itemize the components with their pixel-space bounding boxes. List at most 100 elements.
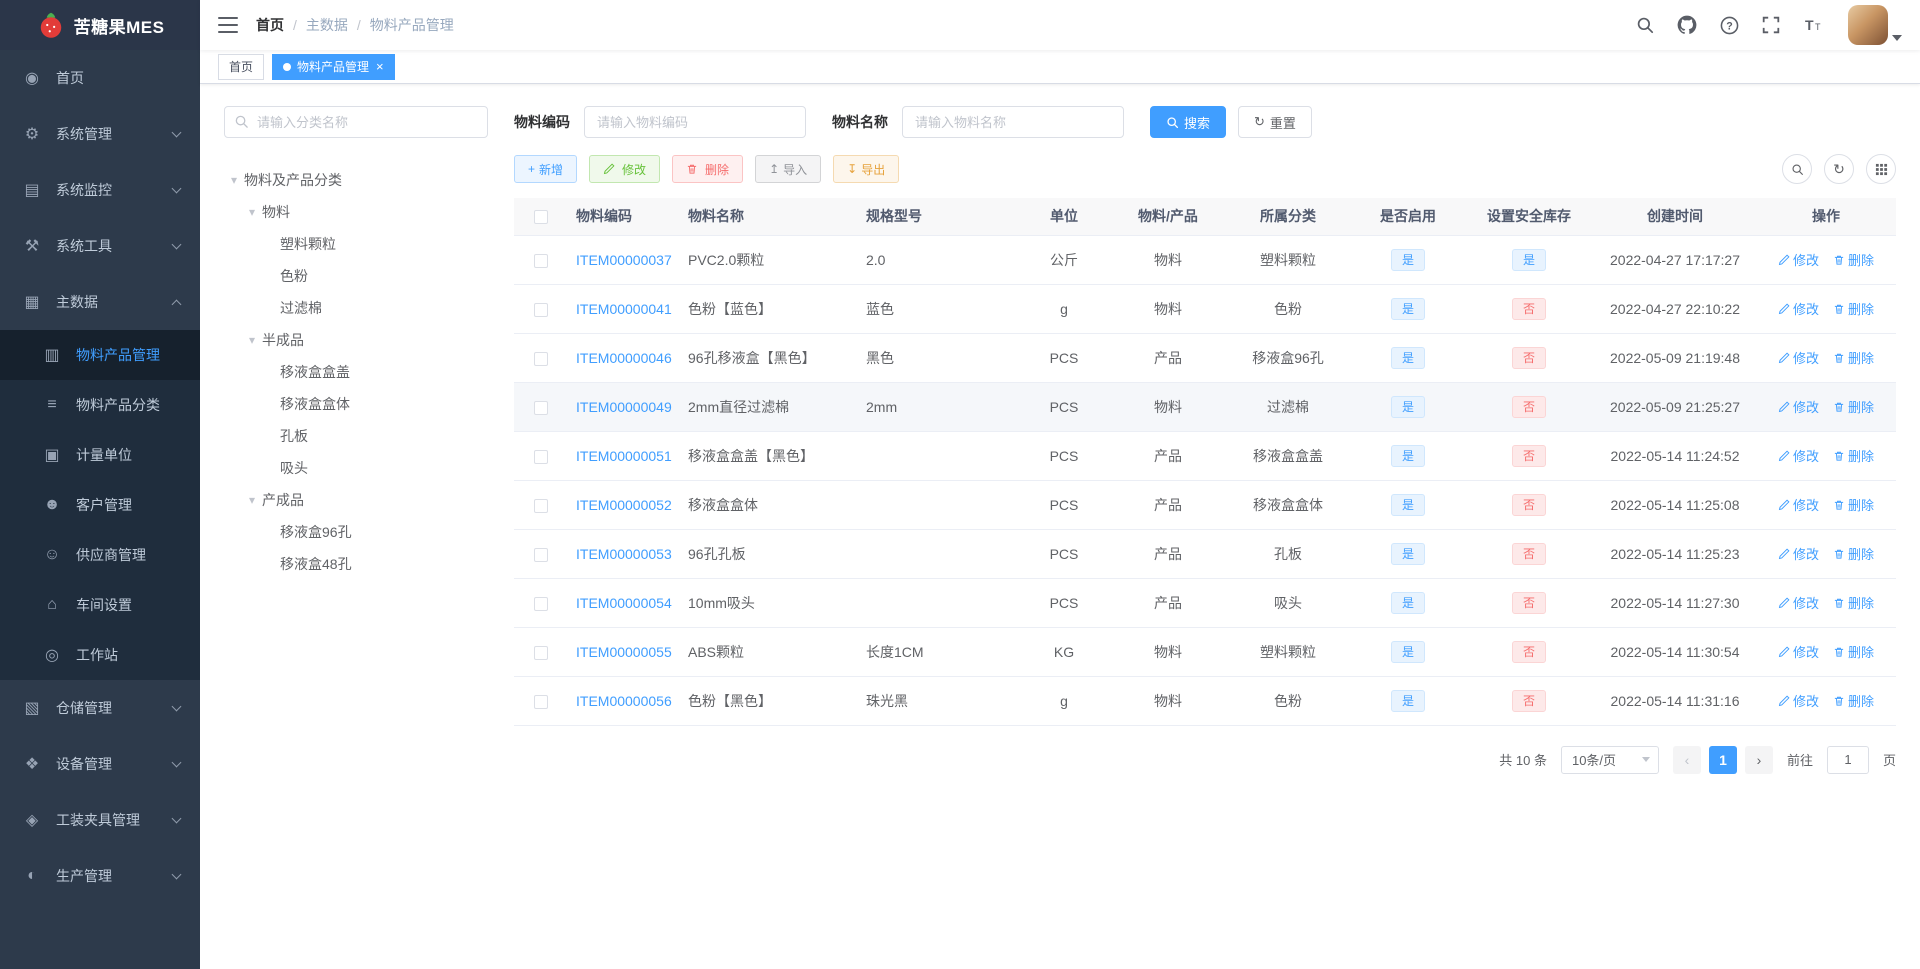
delete-link[interactable]: 删除 [1833,351,1874,366]
tree-node[interactable]: 移液盒盒盖 [224,356,488,388]
safety-stock-badge[interactable]: 否 [1512,395,1546,418]
edit-link[interactable]: 修改 [1778,449,1819,464]
font-size-icon[interactable]: TT [1802,14,1824,36]
tree-node[interactable]: 塑料颗粒 [224,228,488,260]
breadcrumb-item[interactable]: 主数据 [306,15,348,35]
delete-link[interactable]: 删除 [1833,694,1874,709]
edit-link[interactable]: 修改 [1778,351,1819,366]
tree-node[interactable]: 色粉 [224,260,488,292]
github-icon[interactable] [1676,14,1698,36]
goto-page-input[interactable] [1826,745,1869,774]
column-settings-button[interactable] [1866,154,1896,184]
enabled-badge[interactable]: 是 [1391,444,1425,467]
enabled-badge[interactable]: 是 [1391,640,1425,663]
enabled-badge[interactable]: 是 [1391,591,1425,614]
sidebar-item-warehouse-manage[interactable]: ▧ 仓储管理 [0,680,200,736]
import-button[interactable]: ↥ 导入 [755,155,822,183]
select-all-checkbox[interactable] [534,210,548,225]
row-checkbox[interactable] [534,253,548,268]
enabled-badge[interactable]: 是 [1391,297,1425,320]
current-page-button[interactable]: 1 [1708,745,1737,774]
search-button[interactable]: 搜索 [1150,106,1227,138]
sidebar-item-master-data[interactable]: ▦ 主数据 [0,274,200,330]
material-code-link[interactable]: ITEM00000055 [576,644,672,660]
row-checkbox[interactable] [534,547,548,562]
table-refresh-button[interactable]: ↻ [1824,154,1854,184]
row-checkbox[interactable] [534,302,548,317]
sidebar-item-production-manage[interactable]: ◐ 生产管理 [0,848,200,904]
fullscreen-icon[interactable] [1760,14,1782,36]
row-checkbox[interactable] [534,596,548,611]
material-code-link[interactable]: ITEM00000049 [576,399,672,415]
delete-button[interactable]: 删除 [672,155,744,183]
next-page-button[interactable]: › [1744,745,1773,774]
sidebar-item-material-product-category[interactable]: ≡ 物料产品分类 [0,380,200,430]
sidebar-item-system-tools[interactable]: ⚒ 系统工具 [0,218,200,274]
enabled-badge[interactable]: 是 [1391,395,1425,418]
sidebar-item-system-manage[interactable]: ⚙ 系统管理 [0,106,200,162]
user-menu[interactable] [1848,5,1902,45]
row-checkbox[interactable] [534,694,548,709]
tree-node[interactable]: 移液盒48孔 [224,548,488,580]
avatar[interactable] [1848,5,1888,45]
tree-node[interactable]: 孔板 [224,420,488,452]
material-code-link[interactable]: ITEM00000037 [576,252,672,268]
tree-node[interactable]: 吸头 [224,452,488,484]
delete-link[interactable]: 删除 [1833,645,1874,660]
tab-material-product-manage[interactable]: 物料产品管理 × [272,53,395,80]
safety-stock-badge[interactable]: 否 [1512,297,1546,320]
safety-stock-badge[interactable]: 否 [1512,591,1546,614]
safety-stock-badge[interactable]: 否 [1512,640,1546,663]
sidebar-item-fixture-manage[interactable]: ◈ 工装夹具管理 [0,792,200,848]
sidebar-item-home[interactable]: ◉ 首页 [0,50,200,106]
delete-link[interactable]: 删除 [1833,596,1874,611]
safety-stock-badge[interactable]: 是 [1512,248,1546,271]
edit-link[interactable]: 修改 [1778,596,1819,611]
tree-node[interactable]: 移液盒盒体 [224,388,488,420]
tree-node[interactable]: ▾ 产成品 [224,484,488,516]
help-icon[interactable]: ? [1718,14,1740,36]
enabled-badge[interactable]: 是 [1391,689,1425,712]
material-code-link[interactable]: ITEM00000052 [576,497,672,513]
row-checkbox[interactable] [534,645,548,660]
enabled-badge[interactable]: 是 [1391,493,1425,516]
safety-stock-badge[interactable]: 否 [1512,346,1546,369]
sidebar-item-workshop-setting[interactable]: ⌂ 车间设置 [0,580,200,630]
sidebar-item-material-product-manage[interactable]: ▥ 物料产品管理 [0,330,200,380]
safety-stock-badge[interactable]: 否 [1512,542,1546,565]
search-icon[interactable] [1634,14,1656,36]
sidebar-item-supplier-manage[interactable]: ☺ 供应商管理 [0,530,200,580]
prev-page-button[interactable]: ‹ [1672,745,1701,774]
tree-node[interactable]: 移液盒96孔 [224,516,488,548]
tree-node[interactable]: ▾ 半成品 [224,324,488,356]
edit-link[interactable]: 修改 [1778,645,1819,660]
row-checkbox[interactable] [534,449,548,464]
delete-link[interactable]: 删除 [1833,400,1874,415]
sidebar-item-equipment-manage[interactable]: ❖ 设备管理 [0,736,200,792]
reset-button[interactable]: ↻ 重置 [1238,106,1312,138]
tree-node[interactable]: ▾ 物料及产品分类 [224,164,488,196]
edit-link[interactable]: 修改 [1778,498,1819,513]
material-code-input[interactable] [584,106,806,138]
safety-stock-badge[interactable]: 否 [1512,444,1546,467]
edit-link[interactable]: 修改 [1778,547,1819,562]
edit-link[interactable]: 修改 [1778,400,1819,415]
enabled-badge[interactable]: 是 [1391,248,1425,271]
enabled-badge[interactable]: 是 [1391,542,1425,565]
category-search-input[interactable] [224,106,488,138]
safety-stock-badge[interactable]: 否 [1512,493,1546,516]
sidebar-item-workstation[interactable]: ◎ 工作站 [0,630,200,680]
delete-link[interactable]: 删除 [1833,253,1874,268]
add-button[interactable]: + 新增 [514,155,578,183]
material-code-link[interactable]: ITEM00000054 [576,595,672,611]
material-name-input[interactable] [902,106,1124,138]
edit-button[interactable]: 修改 [589,155,661,183]
delete-link[interactable]: 删除 [1833,449,1874,464]
row-checkbox[interactable] [534,400,548,415]
export-button[interactable]: ↧ 导出 [833,155,900,183]
delete-link[interactable]: 删除 [1833,498,1874,513]
breadcrumb-item[interactable]: 首页 [256,15,284,35]
hamburger-icon[interactable] [218,16,238,34]
safety-stock-badge[interactable]: 否 [1512,689,1546,712]
edit-link[interactable]: 修改 [1778,302,1819,317]
